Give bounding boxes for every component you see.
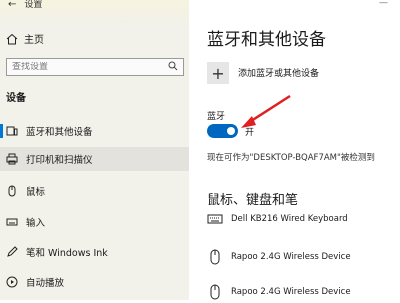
device-name: Rapoo 2.4G Wireless Device — [231, 287, 351, 297]
toggle-knob — [227, 127, 235, 135]
sidebar-item-mouse[interactable]: 鼠标 — [0, 179, 189, 203]
sidebar-item-input[interactable]: 输入 — [0, 210, 189, 234]
device-item[interactable]: Rapoo 2.4G Wireless Device — [207, 284, 351, 300]
sidebar-item-label: 输入 — [26, 218, 46, 229]
sidebar-item-label: 笔和 Windows Ink — [26, 248, 108, 259]
search-icon[interactable] — [168, 61, 178, 74]
sidebar-item-label: 自动播放 — [26, 278, 65, 289]
device-name: Rapoo 2.4G Wireless Device — [231, 252, 351, 262]
home-label: 主页 — [24, 35, 44, 46]
back-arrow-icon[interactable]: ← — [8, 0, 16, 10]
device-name: Dell KB216 Wired Keyboard — [231, 214, 348, 224]
toggle-state-label: 开 — [245, 128, 255, 138]
add-device-label[interactable]: 添加蓝牙或其他设备 — [238, 66, 319, 79]
nav-home[interactable]: 主页 — [6, 31, 44, 46]
search-input[interactable] — [12, 62, 162, 72]
mouse-icon — [207, 284, 223, 300]
sidebar-item-label: 蓝牙和其他设备 — [26, 127, 93, 138]
page-title: 蓝牙和其他设备 — [207, 30, 326, 50]
printer-icon — [6, 153, 18, 165]
mouse-icon — [207, 249, 223, 265]
home-icon — [6, 33, 18, 45]
pen-icon — [6, 246, 18, 258]
search-box[interactable] — [6, 58, 184, 76]
section-title-devices: 设备 — [6, 93, 26, 104]
sidebar-item-pen[interactable]: 笔和 Windows Ink — [0, 240, 189, 264]
title-bar: ← 设置 — [8, 0, 42, 10]
window-title: 设置 — [24, 0, 43, 10]
autoplay-icon — [6, 276, 18, 288]
keyboard-icon — [207, 211, 223, 227]
sidebar-item-bluetooth[interactable]: 蓝牙和其他设备 — [0, 119, 189, 143]
plus-icon: + — [211, 63, 225, 83]
window-controls[interactable]: — — [379, 0, 388, 8]
sidebar-item-label: 鼠标 — [26, 187, 46, 198]
mouse-icon — [6, 185, 18, 197]
main-content: — 蓝牙和其他设备 + 添加蓝牙或其他设备 蓝牙 开 现在可作为"DESKTOP… — [189, 0, 400, 300]
settings-sidebar: ← 设置 主页 设备 蓝牙和其他设备 打印机和扫描仪 鼠标 — [0, 0, 189, 300]
sidebar-item-printers[interactable]: 打印机和扫描仪 — [0, 147, 189, 171]
device-item[interactable]: Dell KB216 Wired Keyboard — [207, 211, 348, 227]
bluetooth-toggle[interactable] — [207, 124, 238, 138]
bluetooth-label: 蓝牙 — [207, 112, 226, 122]
keyboard-input-icon — [6, 216, 18, 228]
sidebar-item-label: 打印机和扫描仪 — [26, 155, 93, 166]
discoverable-text: 现在可作为"DESKTOP-BQAF7AM"被检测到 — [207, 153, 375, 163]
add-device-button[interactable]: + — [207, 62, 229, 84]
section-title-mouse-keyboard-pen: 鼠标、键盘和笔 — [207, 193, 299, 208]
sidebar-item-autoplay[interactable]: 自动播放 — [0, 270, 189, 294]
bluetooth-device-icon — [6, 125, 18, 137]
device-item[interactable]: Rapoo 2.4G Wireless Device — [207, 249, 351, 265]
